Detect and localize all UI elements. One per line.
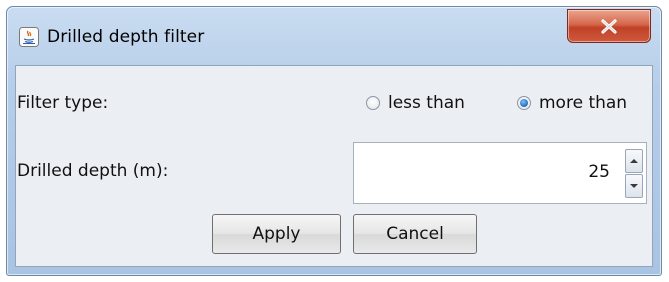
radio-button-checked[interactable] xyxy=(517,96,531,110)
cancel-button[interactable]: Cancel xyxy=(353,214,477,254)
drilled-depth-spinner[interactable]: 25 xyxy=(353,142,647,204)
radio-more-than[interactable]: more than xyxy=(517,93,627,113)
close-button[interactable] xyxy=(567,9,651,43)
radio-less-than-label: less than xyxy=(388,93,465,113)
drilled-depth-label: Drilled depth (m): xyxy=(17,161,169,181)
drilled-depth-value[interactable]: 25 xyxy=(588,162,610,182)
arrow-down-icon xyxy=(630,184,638,188)
spinner-decrement-button[interactable] xyxy=(625,174,643,198)
radio-more-than-label: more than xyxy=(539,93,628,113)
window-title: Drilled depth filter xyxy=(47,27,205,47)
dialog-window: Drilled depth filter Filter type: less t… xyxy=(6,6,662,276)
spinner-increment-button[interactable] xyxy=(625,149,643,173)
apply-button[interactable]: Apply xyxy=(212,214,341,254)
java-app-icon xyxy=(19,27,39,47)
dialog-body: Filter type: less than more than Drilled… xyxy=(15,65,653,267)
title-bar[interactable]: Drilled depth filter xyxy=(7,7,661,59)
radio-button-unchecked[interactable] xyxy=(366,96,380,110)
radio-less-than[interactable]: less than xyxy=(366,93,465,113)
filter-type-label: Filter type: xyxy=(17,93,109,113)
arrow-up-icon xyxy=(630,159,638,163)
close-icon xyxy=(601,19,617,34)
